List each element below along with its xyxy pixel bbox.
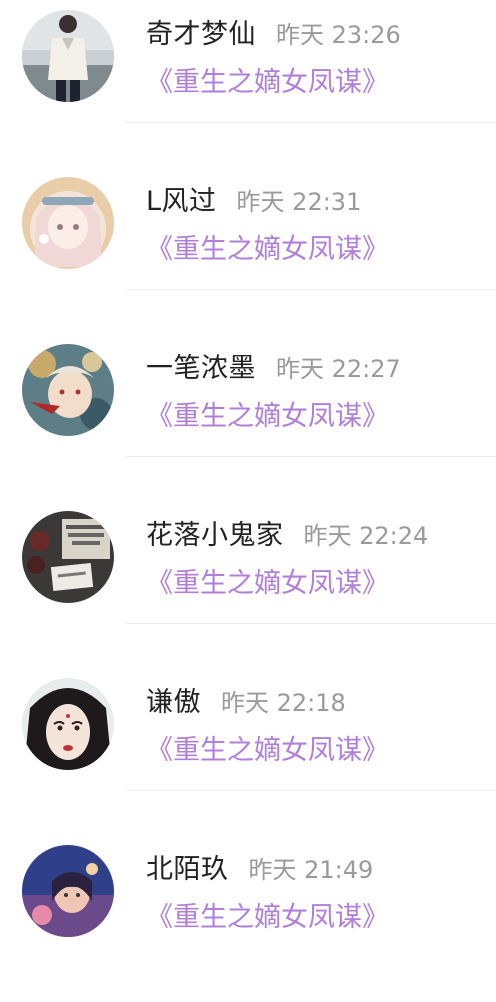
avatar-illustration-icon[interactable] [22, 344, 114, 436]
work-title-link[interactable]: 《重生之嫡女凤谋》 [146, 394, 389, 433]
divider [126, 122, 496, 123]
work-title-link[interactable]: 《重生之嫡女凤谋》 [146, 895, 389, 934]
avatar-photo-person-icon[interactable] [22, 10, 114, 102]
divider [126, 790, 496, 791]
username[interactable]: 奇才梦仙 [146, 12, 256, 51]
list-item[interactable]: 花落小鬼家 昨天 22:24 《重生之嫡女凤谋》 [0, 501, 496, 668]
work-title-link[interactable]: 《重生之嫡女凤谋》 [146, 561, 389, 600]
avatar-anime-girl-icon[interactable] [22, 177, 114, 269]
work-title-link[interactable]: 《重生之嫡女凤谋》 [146, 728, 389, 767]
comment-list: 奇才梦仙 昨天 23:26 《重生之嫡女凤谋》 L风过 昨天 22:31 《重生… [0, 0, 496, 963]
comment-meta: 花落小鬼家 昨天 22:24 [146, 513, 488, 553]
avatar-painted-woman-icon[interactable] [22, 678, 114, 770]
avatar-blue-night-icon[interactable] [22, 845, 114, 937]
comment-meta: 北陌玖 昨天 21:49 [146, 847, 488, 887]
username[interactable]: 花落小鬼家 [146, 513, 284, 552]
username[interactable]: 北陌玖 [146, 847, 229, 886]
divider [126, 456, 496, 457]
username[interactable]: 一笔浓墨 [146, 346, 256, 385]
list-item[interactable]: 谦傲 昨天 22:18 《重生之嫡女凤谋》 [0, 668, 496, 835]
work-title-link[interactable]: 《重生之嫡女凤谋》 [146, 227, 389, 266]
timestamp: 昨天 23:26 [276, 21, 401, 49]
timestamp: 昨天 22:24 [303, 522, 429, 550]
comment-meta: 一笔浓墨 昨天 22:27 [146, 346, 488, 386]
list-item[interactable]: L风过 昨天 22:31 《重生之嫡女凤谋》 [0, 167, 496, 334]
timestamp: 昨天 21:49 [248, 856, 374, 884]
work-title-link[interactable]: 《重生之嫡女凤谋》 [146, 60, 389, 99]
username[interactable]: L风过 [146, 179, 217, 218]
username[interactable]: 谦傲 [146, 680, 201, 719]
comment-meta: 谦傲 昨天 22:18 [146, 680, 488, 720]
list-item[interactable]: 一笔浓墨 昨天 22:27 《重生之嫡女凤谋》 [0, 334, 496, 501]
timestamp: 昨天 22:18 [221, 689, 346, 717]
divider [126, 289, 496, 290]
timestamp: 昨天 22:27 [276, 355, 401, 383]
comment-meta: L风过 昨天 22:31 [146, 179, 488, 219]
list-item[interactable]: 奇才梦仙 昨天 23:26 《重生之嫡女凤谋》 [0, 0, 496, 167]
comment-meta: 奇才梦仙 昨天 23:26 [146, 12, 488, 52]
divider [126, 623, 496, 624]
timestamp: 昨天 22:31 [236, 188, 362, 216]
list-item[interactable]: 北陌玖 昨天 21:49 《重生之嫡女凤谋》 [0, 835, 496, 1002]
avatar-book-rose-icon[interactable] [22, 511, 114, 603]
